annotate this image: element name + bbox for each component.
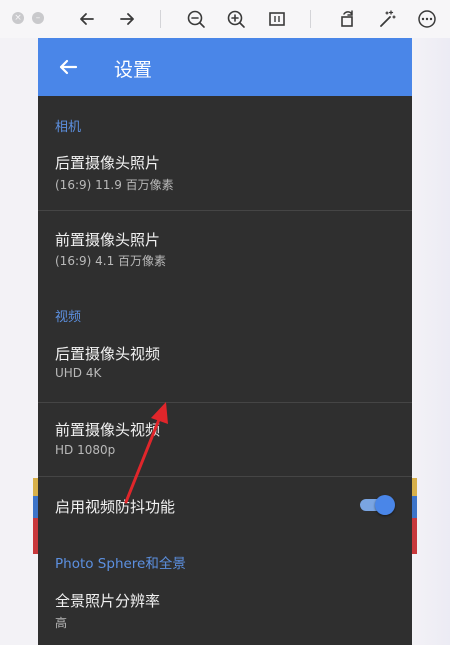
divider [38,476,412,477]
toggle-thumb [375,495,395,515]
settings-screen: 设置 相机 后置摄像头照片 (16:9) 11.9 百万像素 前置摄像头照片 (… [38,38,412,645]
close-icon[interactable]: × [12,12,24,24]
edge-strip [412,518,417,554]
section-header-panorama: Photo Sphere和全景 [55,556,186,572]
rotate-icon[interactable] [336,8,358,30]
section-header-video: 视频 [55,310,82,325]
setting-value: 高 [55,616,68,630]
viewer-background [412,38,450,645]
toolbar-divider [160,10,161,28]
setting-value: (16:9) 11.9 百万像素 [55,178,174,192]
edge-strip [33,518,38,554]
back-arrow-icon[interactable] [76,8,98,30]
fit-icon[interactable] [266,8,288,30]
edge-strip [33,496,38,518]
setting-value: (16:9) 4.1 百万像素 [55,254,167,268]
page-title: 设置 [114,59,153,81]
stabilization-toggle[interactable] [358,495,395,515]
more-icon[interactable] [416,8,438,30]
setting-title: 后置摄像头照片 [55,154,161,172]
divider [38,402,412,403]
back-icon[interactable] [56,55,80,79]
magic-wand-icon[interactable] [376,8,398,30]
setting-title: 前置摄像头照片 [55,231,161,249]
app-bar: 设置 [38,38,412,96]
setting-value: HD 1080p [55,443,116,457]
divider [38,210,412,211]
edge-strip [412,478,417,496]
minimize-icon[interactable]: – [32,12,44,24]
zoom-out-icon[interactable] [185,8,207,30]
edge-strip [33,478,38,496]
viewer-toolbar: × – [0,0,450,38]
forward-arrow-icon[interactable] [116,8,138,30]
setting-title: 后置摄像头视频 [55,345,161,363]
annotation-arrow [124,402,168,504]
toolbar-divider [310,10,311,28]
zoom-in-icon[interactable] [225,8,247,30]
setting-title: 全景照片分辨率 [55,592,161,610]
section-header-camera: 相机 [55,120,82,135]
setting-value: UHD 4K [55,366,102,380]
edge-strip [412,496,417,518]
